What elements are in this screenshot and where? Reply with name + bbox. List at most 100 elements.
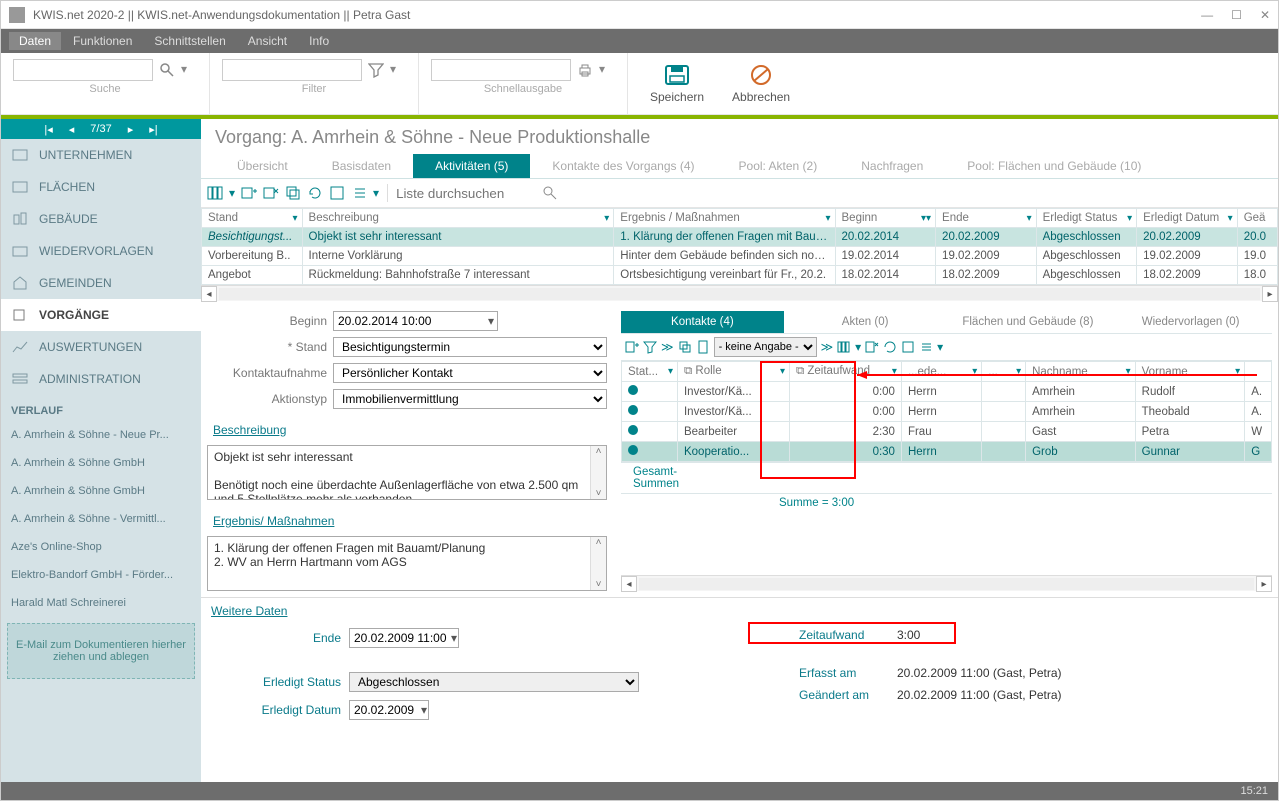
scroll-left-icon[interactable]: ◂ (621, 576, 637, 592)
grid-hscroll[interactable]: ◂ ▸ (201, 285, 1278, 301)
list-icon[interactable] (351, 185, 367, 201)
scroll-right-icon[interactable]: ▸ (1262, 286, 1278, 302)
tab-kontakte-vorgang[interactable]: Kontakte des Vorgangs (4) (530, 154, 716, 178)
nav-first-icon[interactable]: |◂ (44, 123, 52, 136)
menu-ansicht[interactable]: Ansicht (238, 32, 297, 50)
nav-prev-icon[interactable]: ◂ (69, 123, 75, 136)
scroll-left-icon[interactable]: ◂ (201, 286, 217, 302)
tab-pool-akten[interactable]: Pool: Akten (2) (717, 154, 840, 178)
input-ende[interactable] (349, 628, 459, 648)
list-search-input[interactable] (396, 183, 536, 203)
sidebar-item-gemeinden[interactable]: GEMEINDEN (1, 267, 201, 299)
filter-input[interactable] (222, 59, 362, 81)
minimize-icon[interactable]: — (1201, 8, 1213, 22)
col-geaendert[interactable]: Geä (1237, 209, 1277, 228)
kcol-last[interactable] (1245, 362, 1272, 382)
kcol-status[interactable]: Stat...▾ (622, 362, 678, 382)
add-row-icon[interactable] (625, 340, 639, 354)
chevron-down-icon[interactable]: ▾ (421, 703, 427, 717)
col-beginn[interactable]: Beginn▾▾ (835, 209, 936, 228)
col-ergebnis[interactable]: Ergebnis / Maßnahmen▾ (614, 209, 835, 228)
toolbar-dropdown-icon[interactable]: ▾ (229, 186, 235, 200)
col-erl-status[interactable]: Erledigt Status▾ (1036, 209, 1137, 228)
scroll-right-icon[interactable]: ▸ (1256, 576, 1272, 592)
expand-icon[interactable] (329, 185, 345, 201)
menu-funktionen[interactable]: Funktionen (63, 32, 142, 50)
table-row[interactable]: Kooperatio...0:30HerrnGrobGunnarG (622, 442, 1272, 462)
sidebar-item-vorgaenge[interactable]: VORGÄNGE (1, 299, 201, 331)
verlauf-item[interactable]: A. Amrhein & Söhne - Vermittl... (1, 505, 201, 533)
verlauf-item[interactable]: Aze's Online-Shop (1, 533, 201, 561)
kont-hscroll[interactable]: ◂ ▸ (621, 575, 1272, 591)
menu-info[interactable]: Info (299, 32, 339, 50)
kcol-nachname[interactable]: Nachname▾ (1026, 362, 1136, 382)
table-row[interactable]: Investor/Kä...0:00HerrnAmrheinRudolfA. (622, 382, 1272, 402)
scroll-down-icon[interactable]: ˅ (596, 488, 602, 499)
mini-more2-icon[interactable]: ≫ (821, 340, 834, 354)
sidebar-item-administration[interactable]: ADMINISTRATION (1, 363, 201, 395)
columns-icon[interactable] (837, 340, 851, 354)
sidebar-item-auswertungen[interactable]: AUSWERTUNGEN (1, 331, 201, 363)
save-button[interactable]: Speichern (650, 64, 704, 104)
nav-last-icon[interactable]: ▸| (149, 123, 157, 136)
tab-basisdaten[interactable]: Basisdaten (310, 154, 413, 178)
search-input[interactable] (13, 59, 153, 81)
col-beschreibung[interactable]: Beschreibung▾ (302, 209, 614, 228)
filter-icon[interactable] (643, 340, 657, 354)
sidebar-item-unternehmen[interactable]: UNTERNEHMEN (1, 139, 201, 171)
chevron-down-icon[interactable]: ▾ (855, 340, 861, 354)
select-erl-status[interactable]: Abgeschlossen (349, 672, 639, 692)
chevron-down-icon[interactable]: ▾ (488, 314, 494, 328)
input-beginn[interactable] (333, 311, 498, 331)
mini-dropdown[interactable]: - keine Angabe - (714, 337, 817, 357)
subtab-kontakte[interactable]: Kontakte (4) (621, 311, 784, 333)
list-icon[interactable] (919, 340, 933, 354)
verlauf-item[interactable]: A. Amrhein & Söhne GmbH (1, 477, 201, 505)
chevron-down-icon[interactable]: ▾ (937, 340, 943, 354)
tab-pool-flaechen[interactable]: Pool: Flächen und Gebäude (10) (945, 154, 1163, 178)
sidebar-item-flaechen[interactable]: FLÄCHEN (1, 171, 201, 203)
kcol-anrede[interactable]: ...ede...▾ (901, 362, 981, 382)
quick-dropdown-icon[interactable]: ▾ (599, 62, 615, 78)
sidebar-item-gebaeude[interactable]: GEBÄUDE (1, 203, 201, 235)
close-icon[interactable]: ✕ (1260, 8, 1270, 22)
chevron-down-icon[interactable]: ▾ (451, 631, 457, 645)
copy-icon[interactable] (678, 340, 692, 354)
kcol-blank[interactable]: ...▾ (982, 362, 1026, 382)
scroll-up-icon[interactable]: ˄ (596, 537, 602, 548)
col-erl-datum[interactable]: Erledigt Datum▾ (1137, 209, 1238, 228)
maximize-icon[interactable]: ☐ (1231, 8, 1242, 22)
verlauf-item[interactable]: Harald Matl Schreinerei (1, 589, 201, 617)
mini-more-icon[interactable]: ≫ (661, 340, 674, 354)
verlauf-item[interactable]: Elektro-Bandorf GmbH - Förder... (1, 561, 201, 589)
tab-uebersicht[interactable]: Übersicht (215, 154, 310, 178)
remove-row-icon[interactable] (263, 185, 279, 201)
select-stand[interactable]: Besichtigungstermin (333, 337, 607, 357)
table-row[interactable]: Vorbereitung B..Interne VorklärungHinter… (202, 247, 1278, 266)
refresh-icon[interactable] (307, 185, 323, 201)
doc-icon[interactable] (696, 340, 710, 354)
copy-icon[interactable] (285, 185, 301, 201)
list-search-icon[interactable] (542, 185, 558, 201)
menu-schnittstellen[interactable]: Schnittstellen (144, 32, 235, 50)
subtab-flaechen[interactable]: Flächen und Gebäude (8) (947, 311, 1110, 333)
scroll-down-icon[interactable]: ˅ (596, 579, 602, 590)
menu-daten[interactable]: Daten (9, 32, 61, 50)
expand-icon[interactable] (901, 340, 915, 354)
add-row-icon[interactable] (241, 185, 257, 201)
email-dropzone[interactable]: E-Mail zum Dokumentieren hierher ziehen … (7, 623, 195, 679)
tab-nachfragen[interactable]: Nachfragen (839, 154, 945, 178)
search-icon[interactable] (159, 62, 175, 78)
print-icon[interactable] (577, 62, 593, 78)
table-row[interactable]: Besichtigungst...Objekt ist sehr interes… (202, 228, 1278, 247)
quick-input[interactable] (431, 59, 571, 81)
subtab-wv[interactable]: Wiedervorlagen (0) (1109, 311, 1272, 333)
nav-next-icon[interactable]: ▸ (128, 123, 134, 136)
select-aktion[interactable]: Immobilienvermittlung (333, 389, 607, 409)
list-dropdown-icon[interactable]: ▾ (373, 186, 379, 200)
col-stand[interactable]: Stand▾ (202, 209, 303, 228)
subtab-akten[interactable]: Akten (0) (784, 311, 947, 333)
kcol-zeitaufwand[interactable]: ⧉ Zeitaufwand▾ (789, 362, 901, 382)
verlauf-item[interactable]: A. Amrhein & Söhne GmbH (1, 449, 201, 477)
col-ende[interactable]: Ende▾ (936, 209, 1037, 228)
